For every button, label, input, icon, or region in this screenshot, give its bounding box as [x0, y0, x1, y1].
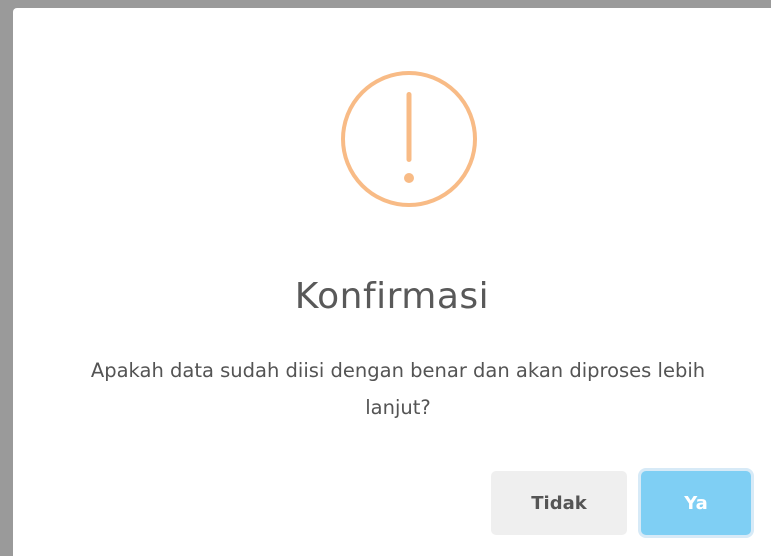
confirm-button[interactable]: Ya: [641, 471, 751, 535]
confirmation-dialog: Konfirmasi Apakah data sudah diisi denga…: [13, 8, 771, 556]
dialog-title: Konfirmasi: [294, 276, 490, 317]
warning-icon: [341, 71, 477, 207]
cancel-button[interactable]: Tidak: [491, 471, 627, 535]
dialog-message: Apakah data sudah diisi dengan benar dan…: [90, 359, 706, 419]
